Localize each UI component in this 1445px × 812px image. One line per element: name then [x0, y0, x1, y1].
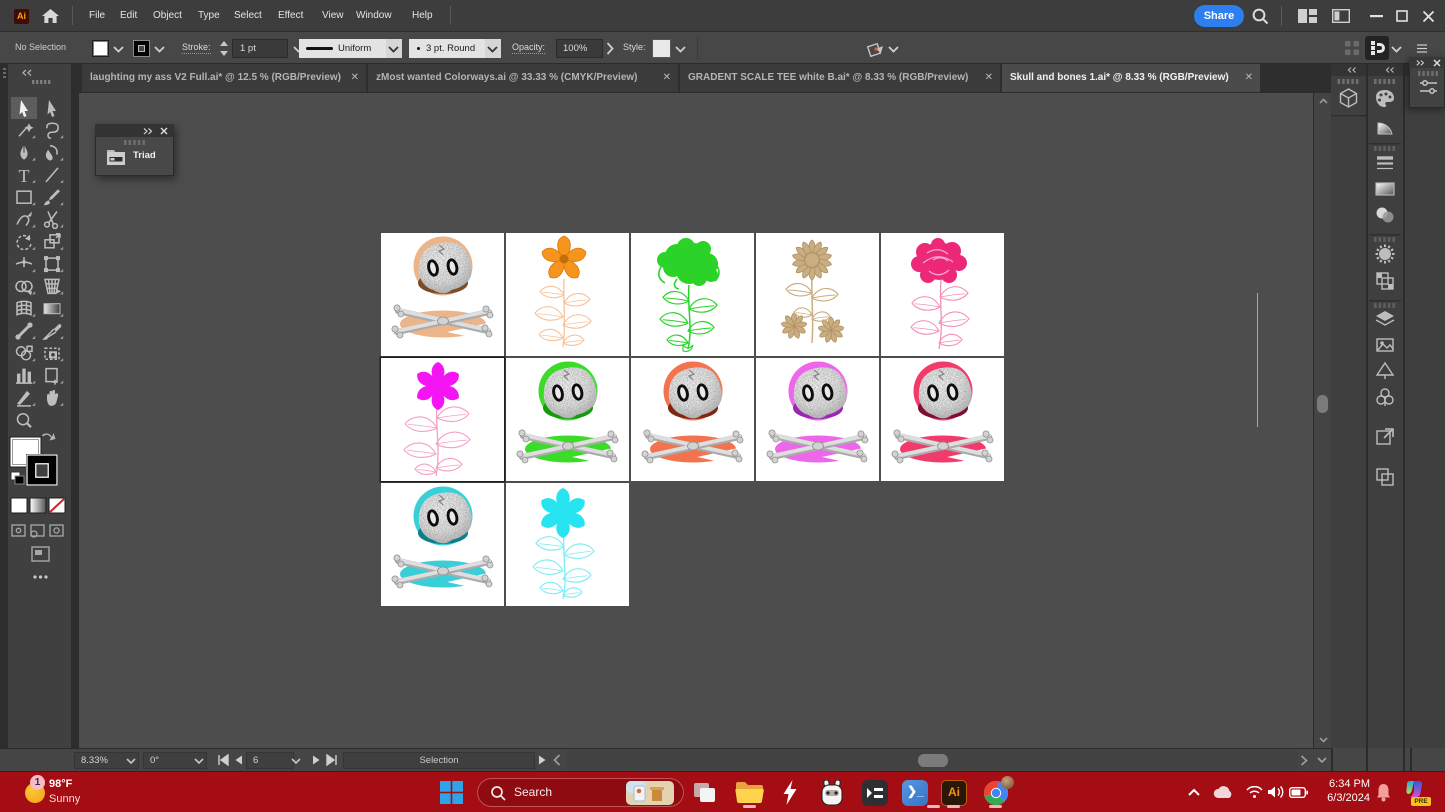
svg-text:T: T	[19, 166, 30, 186]
